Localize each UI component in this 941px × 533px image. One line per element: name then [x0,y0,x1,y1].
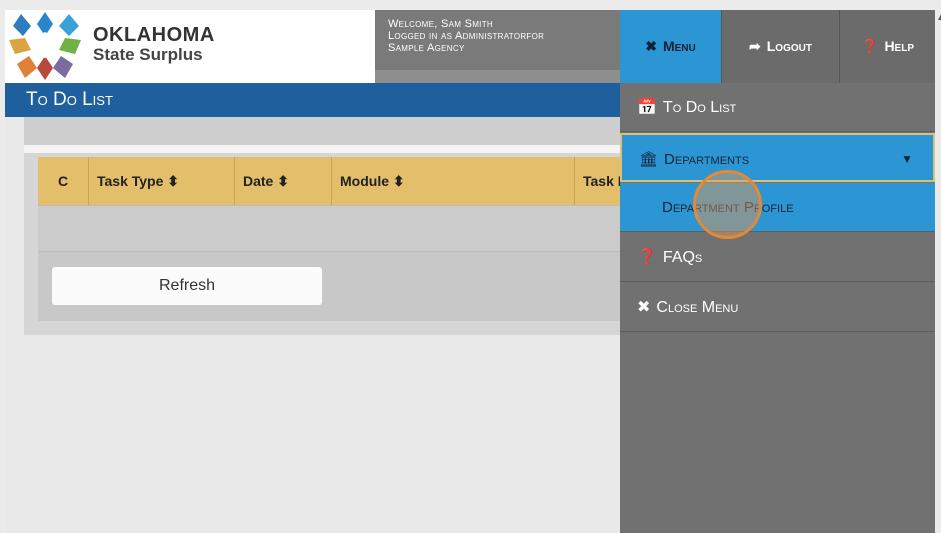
page-title: To Do List [5,83,620,117]
column-header-module[interactable]: Module ⬍ [332,157,575,205]
welcome-agency: Sample Agency [388,42,465,54]
column-label: Module [340,173,389,189]
logo-text: OKLAHOMA State Surplus [93,25,215,65]
table-body-empty [38,205,624,251]
menu-item-label: FAQs [662,249,703,266]
menu-item-close-menu[interactable]: ✖ Close Menu [620,283,935,332]
todo-card: C Task Type ⬍ Date ⬍ Module ⬍ Task I Ref… [24,117,624,335]
question-circle-icon: ❓ [637,249,657,266]
scroll-up-icon[interactable]: ▲ [936,12,941,23]
sign-out-icon: ➦ [749,38,761,54]
column-label: Task I [583,173,622,189]
column-label: Date [243,173,274,189]
site-logo[interactable]: OKLAHOMA State Surplus [5,10,375,83]
menu-item-todo-list[interactable]: 📅 To Do List [620,83,935,132]
column-header-date[interactable]: Date ⬍ [235,157,332,205]
logo-line-state-surplus: State Surplus [93,45,203,64]
close-x-icon: ✖ [645,38,657,54]
menu-item-label: Departments [664,151,750,168]
sort-icon: ⬍ [167,173,180,189]
close-x-icon: ✖ [637,299,651,316]
side-menu: 📅 To Do List 🏛 Departments ▼ Department Pr… [620,83,935,533]
app-viewport: OKLAHOMA State Surplus Welcome, Sam Smit… [5,10,935,533]
card-toolbar [24,117,624,145]
help-button[interactable]: ❓ Help [839,10,935,83]
sort-icon: ⬍ [392,173,405,189]
menu-item-label: To Do List [662,99,737,116]
question-circle-icon: ❓ [861,38,879,54]
caret-down-icon: ▼ [901,152,913,166]
menu-toggle-button[interactable]: ✖ Menu [620,10,721,83]
logout-button[interactable]: ➦ Logout [721,10,839,83]
menu-item-department-profile[interactable]: Department Profile [620,183,935,232]
welcome-role: Logged in as Administratorfor [388,30,545,42]
column-header-task[interactable]: Task I [575,157,624,205]
click-indicator [693,170,762,239]
calendar-check-icon: 📅 [637,99,657,116]
column-header-c[interactable]: C [38,157,89,205]
welcome-divider [375,70,620,83]
logout-label: Logout [766,38,812,54]
oklahoma-star-logo-icon [9,12,81,80]
menu-item-faqs[interactable]: ❓ FAQs [620,233,935,282]
card-divider [24,145,624,153]
sort-icon: ⬍ [277,173,289,189]
refresh-button[interactable]: Refresh [52,267,322,305]
column-label: Task Type [97,173,164,189]
menu-item-departments[interactable]: 🏛 Departments ▼ [620,133,935,182]
help-label: Help [884,38,914,54]
bank-icon: 🏛 [639,151,659,168]
menu-label: Menu [662,38,696,54]
column-label: C [57,173,69,189]
column-header-task-type[interactable]: Task Type ⬍ [89,157,235,205]
top-navigation: ✖ Menu ➦ Logout ❓ Help [620,10,935,83]
logo-line-oklahoma: OKLAHOMA [93,24,215,46]
menu-item-label: Close Menu [656,299,739,316]
welcome-user: Welcome, Sam Smith [388,18,493,30]
table-header-row: C Task Type ⬍ Date ⬍ Module ⬍ Task I [38,157,624,205]
